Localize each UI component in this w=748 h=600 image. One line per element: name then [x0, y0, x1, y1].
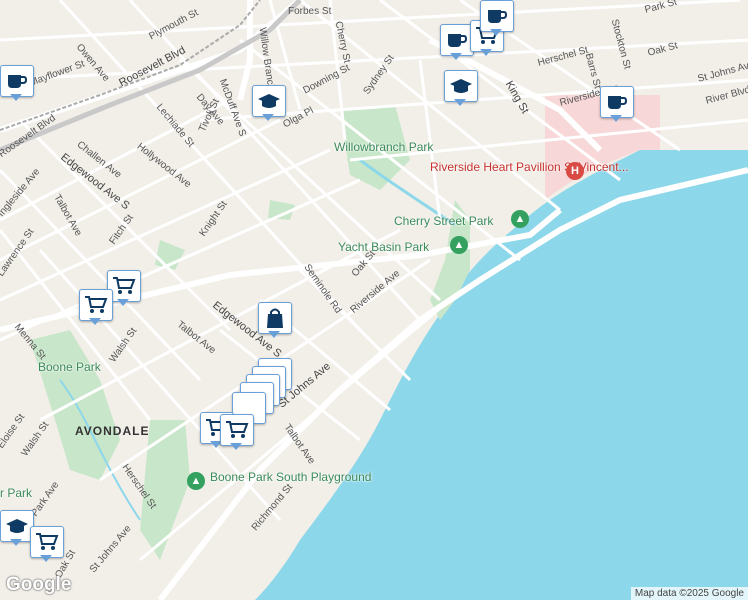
willowbranch-park-label[interactable]: Willowbranch Park [334, 140, 433, 154]
partial-park-label[interactable]: r Park [0, 486, 32, 500]
shop-marker[interactable] [258, 302, 292, 338]
street-label: Forbes St [288, 6, 332, 17]
cherry-street-park-label[interactable]: Cherry Street Park [394, 214, 493, 228]
marker-tip [610, 115, 622, 122]
cafe-icon [0, 65, 34, 97]
marker-tip [262, 114, 274, 121]
cafe-icon [600, 86, 634, 118]
school-marker[interactable] [0, 510, 34, 546]
cafe-icon [480, 0, 514, 32]
grocery-marker[interactable] [30, 526, 64, 562]
school-marker[interactable] [252, 85, 286, 121]
cafe-marker[interactable] [440, 24, 474, 60]
place-name: Willowbranch Park [334, 140, 434, 154]
marker-tip [230, 443, 242, 450]
park-pin-icon[interactable]: ▲ [187, 472, 205, 490]
marker-tip [268, 331, 280, 338]
shopping-bag-icon [258, 302, 292, 334]
shopping-cart-icon [220, 414, 254, 446]
map-canvas[interactable]: Forbes St Plymouth St Cherry St Willow B… [0, 0, 748, 600]
park-pin-icon[interactable]: ▲ [511, 210, 529, 228]
riverside-heart-label[interactable]: Riverside Heart Pavillion St Vincent... [430, 160, 629, 174]
school-icon [444, 70, 478, 102]
marker-tip [117, 299, 129, 306]
shopping-cart-icon [30, 526, 64, 558]
cafe-marker[interactable] [600, 86, 634, 122]
boone-park-south-label[interactable]: Boone Park South Playground [210, 470, 371, 484]
grocery-marker[interactable] [79, 289, 113, 325]
neighborhood-label: AVONDALE [75, 424, 150, 438]
marker-tip [490, 29, 502, 36]
marker-tip [10, 94, 22, 101]
marker-tip [480, 49, 492, 56]
marker-tip [450, 53, 462, 60]
marker-tip [454, 99, 466, 106]
grocery-marker[interactable] [220, 414, 254, 450]
shopping-cart-icon [79, 289, 113, 321]
cafe-marker[interactable] [480, 0, 514, 36]
park-pin-icon[interactable]: ▲ [450, 236, 468, 254]
marker-tip [40, 555, 52, 562]
school-marker[interactable] [444, 70, 478, 106]
place-name: Riverside Heart Pavillion St Vincent... [430, 160, 629, 174]
marker-tip [10, 539, 22, 546]
cafe-marker[interactable] [0, 65, 34, 101]
boone-park-label[interactable]: Boone Park [38, 360, 101, 374]
railroad [0, 0, 261, 131]
map-attribution[interactable]: Map data ©2025 Google [630, 587, 748, 600]
google-logo[interactable]: Google [6, 574, 71, 596]
hospital-pin-icon[interactable]: H [566, 162, 584, 180]
school-icon [0, 510, 34, 542]
place-name: Boone Park South Playground [210, 470, 372, 484]
marker-tip [89, 318, 101, 325]
cafe-icon [440, 24, 474, 56]
yacht-basin-park-label[interactable]: Yacht Basin Park [338, 240, 429, 254]
school-icon [252, 85, 286, 117]
